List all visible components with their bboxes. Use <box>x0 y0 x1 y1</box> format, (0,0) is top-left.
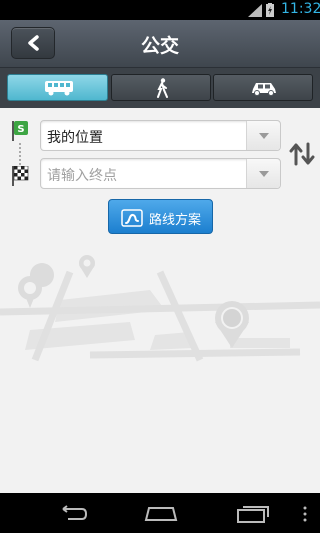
start-location-value: 我的位置 <box>47 130 103 146</box>
bus-icon <box>45 81 73 96</box>
recent-apps-icon[interactable] <box>236 505 270 523</box>
tab-car[interactable] <box>213 74 313 101</box>
system-nav-bar <box>0 493 320 533</box>
start-flag-icon: S <box>12 121 28 141</box>
start-location-field[interactable]: 我的位置 <box>40 120 281 151</box>
route-plan-button[interactable]: 路线方案 <box>108 199 213 234</box>
tab-bus[interactable] <box>7 74 108 101</box>
menu-icon[interactable] <box>303 506 307 522</box>
tab-walk[interactable] <box>111 74 211 101</box>
back-nav-icon[interactable] <box>56 505 88 523</box>
status-time: 11:32 <box>281 1 320 17</box>
start-dropdown-button[interactable] <box>246 121 280 150</box>
signal-icon <box>248 4 262 17</box>
mode-tabs <box>0 68 320 108</box>
status-bar: 11:32 <box>0 0 320 20</box>
svg-text:S: S <box>17 124 24 135</box>
map-illustration <box>0 255 320 362</box>
route-plan-label: 路线方案 <box>149 213 202 228</box>
home-nav-icon[interactable] <box>144 506 178 522</box>
finish-flag-icon <box>12 166 29 186</box>
route-connector <box>19 143 21 165</box>
battery-icon <box>266 3 274 17</box>
car-icon <box>252 83 276 96</box>
destination-field[interactable]: 请输入终点 <box>40 158 281 189</box>
route-icon <box>121 209 143 227</box>
walk-icon <box>157 78 168 98</box>
title-bar: 公交 <box>0 20 320 68</box>
swap-icon[interactable] <box>288 140 316 168</box>
page-title: 公交 <box>140 35 179 57</box>
destination-dropdown-button[interactable] <box>246 159 280 188</box>
destination-placeholder: 请输入终点 <box>47 168 117 184</box>
